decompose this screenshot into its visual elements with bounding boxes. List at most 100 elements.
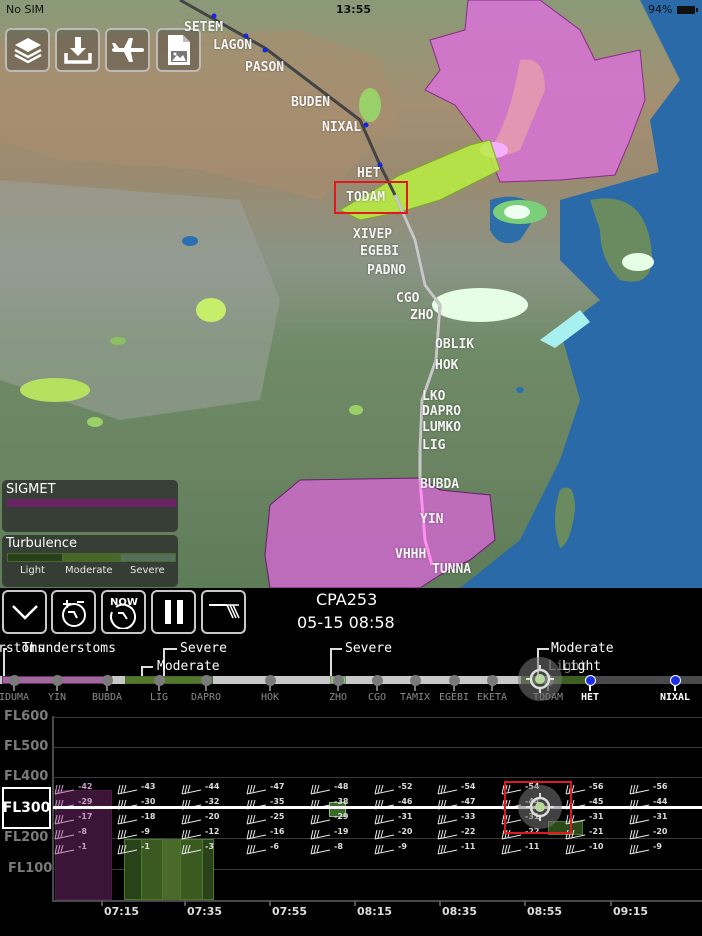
pause-icon (164, 600, 183, 624)
wind-barb-icon (374, 844, 395, 855)
wind-barb-icon (181, 829, 202, 840)
route-waypoint-label[interactable]: YIN (48, 692, 66, 703)
wind-barb-icon (565, 844, 586, 855)
map-waypoint-cgo[interactable]: CGO (396, 291, 419, 306)
map-waypoint-lig[interactable]: LIG (422, 438, 445, 453)
flight-id: CPA253 (316, 590, 378, 609)
wind-barb-icon (246, 844, 267, 855)
map-waypoint-zho[interactable]: ZHO (410, 308, 433, 323)
airplane-icon (111, 38, 144, 62)
route-waypoint-label[interactable]: IDUMA (0, 692, 29, 703)
wind-barb-icon (246, 829, 267, 840)
sigmet-color-swatch (7, 499, 176, 507)
layers-button[interactable] (5, 28, 50, 72)
route-waypoint-label[interactable]: CGO (368, 692, 386, 703)
download-button[interactable] (55, 28, 100, 72)
time-offset-button[interactable] (51, 590, 96, 634)
collapse-button[interactable] (2, 590, 47, 634)
route-waypoint-label[interactable]: HET (581, 692, 599, 703)
map-waypoint-xivep[interactable]: XIVEP (353, 227, 392, 242)
map-waypoint-tunna[interactable]: TUNNA (432, 562, 471, 577)
temperature-value: -19 (334, 827, 349, 836)
route-waypoint-label[interactable]: EKETA (477, 692, 507, 703)
flights-button[interactable] (105, 28, 150, 72)
route-waypoint-label[interactable]: TAMIX (400, 692, 430, 703)
route-waypoint-label[interactable]: BUBDA (92, 692, 122, 703)
route-waypoint-label[interactable]: EGEBI (439, 692, 469, 703)
now-button[interactable]: NOW (101, 590, 146, 634)
selected-waypoint-highlight (334, 181, 408, 214)
time-tick (184, 900, 186, 906)
route-waypoint-label[interactable]: LIG (150, 692, 168, 703)
temperature-value: -12 (205, 827, 220, 836)
crosshair-icon (526, 665, 554, 693)
fl-label: FL500 (4, 739, 49, 754)
wind-barb-icon (310, 844, 331, 855)
temperature-value: -8 (78, 827, 87, 836)
route-waypoint-label[interactable]: NIXAL (660, 692, 690, 703)
weather-cell (20, 378, 90, 402)
map-waypoint-vhhh[interactable]: VHHH (395, 547, 426, 562)
pause-button[interactable] (151, 590, 196, 634)
time-label: 08:15 (357, 905, 393, 918)
route-waypoint-stem (158, 685, 160, 691)
weather-cell (432, 288, 528, 322)
wind-barb-icon (310, 784, 331, 795)
map-waypoint-hok[interactable]: HOK (435, 358, 458, 373)
weather-map[interactable]: No SIM 13:55 94% SETEM LAGON PASON BUDEN… (0, 0, 702, 588)
current-flight-level[interactable]: FL300 (2, 787, 51, 829)
wind-barb-icon (437, 829, 458, 840)
map-waypoint-yin[interactable]: YIN (420, 512, 443, 527)
map-waypoint-bubda[interactable]: BUBDA (420, 477, 459, 492)
time-tick (610, 900, 612, 906)
temperature-value: -11 (525, 842, 540, 851)
map-waypoint-buden[interactable]: BUDEN (291, 95, 330, 110)
current-position-button[interactable] (518, 657, 562, 701)
map-waypoint-egebi[interactable]: EGEBI (360, 244, 399, 259)
hazard-label: Severe (345, 641, 392, 656)
hazard-label: Moderate (157, 659, 220, 674)
battery-percent: 94% (648, 3, 673, 16)
map-waypoint-lko[interactable]: LKO (422, 389, 445, 404)
wind-barb-icon (629, 784, 650, 795)
route-waypoint-label[interactable]: DAPRO (191, 692, 221, 703)
temperature-value: -9 (398, 842, 407, 851)
temperature-value: -20 (653, 827, 668, 836)
wind-barb-icon (374, 814, 395, 825)
wind-barbs-button[interactable] (201, 590, 246, 634)
route-waypoint-stem (337, 685, 339, 691)
weather-cell (622, 253, 654, 271)
map-waypoint-setem[interactable]: SETEM (184, 20, 223, 35)
route-waypoint-stem (589, 685, 591, 691)
profile-route-line (53, 806, 702, 809)
map-waypoint-padno[interactable]: PADNO (367, 263, 406, 278)
temperature-value: -11 (461, 842, 476, 851)
map-waypoint-dapro[interactable]: DAPRO (422, 404, 461, 419)
layers-icon (13, 38, 42, 64)
route-waypoint-stem (376, 685, 378, 691)
temperature-value: -29 (78, 797, 93, 806)
fl-label: FL100 (8, 861, 53, 876)
temperature-value: -44 (205, 782, 220, 791)
route-waypoint-label[interactable]: HOK (261, 692, 279, 703)
sea-area-north (640, 0, 702, 180)
map-waypoint-oblik[interactable]: OBLIK (435, 337, 474, 352)
map-waypoint-nixal[interactable]: NIXAL (322, 120, 361, 135)
map-waypoint-pason[interactable]: PASON (245, 60, 284, 75)
route-waypoint-label[interactable]: ZHO (329, 692, 347, 703)
svg-text:NOW: NOW (110, 597, 138, 608)
wind-barb-icon (117, 814, 138, 825)
map-waypoint-het[interactable]: HET (357, 166, 380, 181)
turbulence-label-severe: Severe (130, 565, 165, 576)
status-bar: No SIM 13:55 94% (0, 0, 702, 20)
hazard-leader (141, 666, 153, 676)
wind-barb-icon (374, 784, 395, 795)
temperature-value: -32 (205, 797, 220, 806)
wind-barb-icon (181, 784, 202, 795)
map-waypoint-lagon[interactable]: LAGON (213, 38, 252, 53)
turbulence-legend-title: Turbulence (6, 536, 78, 551)
profile-position-marker[interactable] (518, 785, 562, 829)
map-waypoint-lumko[interactable]: LUMKO (422, 420, 461, 435)
wind-barb-icon (310, 829, 331, 840)
wind-barb-icon (181, 814, 202, 825)
